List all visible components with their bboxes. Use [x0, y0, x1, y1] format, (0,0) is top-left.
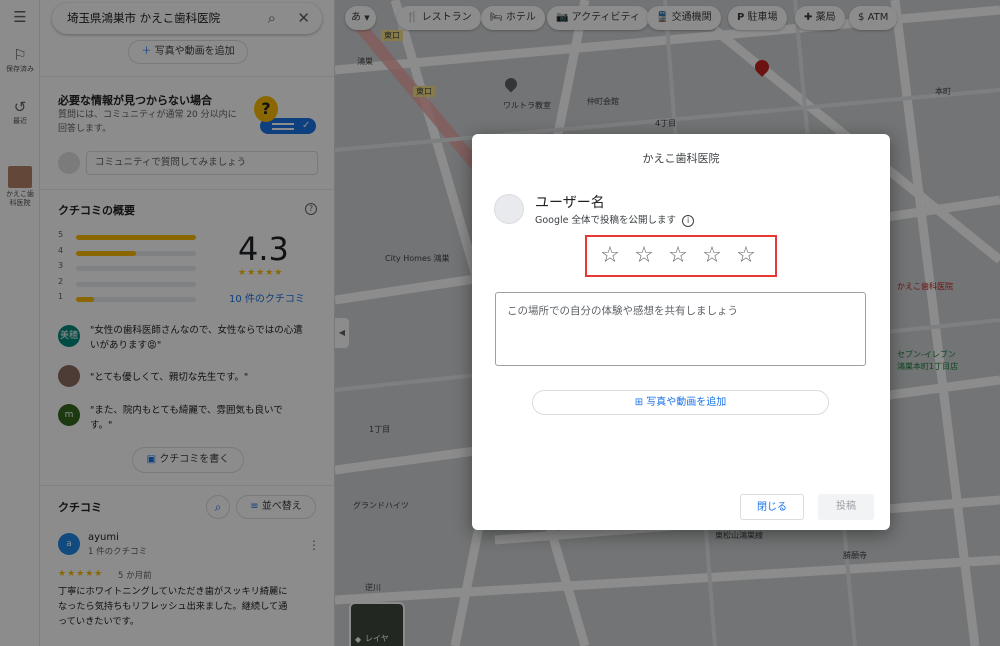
star-icon-3[interactable]: ☆	[661, 241, 695, 271]
public-note-text: Google 全体で投稿を公開します	[535, 215, 677, 226]
star-icon-1[interactable]: ☆	[593, 241, 627, 271]
post-button[interactable]: 投稿	[818, 494, 874, 520]
star-icon-4[interactable]: ☆	[695, 241, 729, 271]
user-avatar	[494, 194, 524, 224]
user-name: ユーザー名	[535, 195, 605, 211]
star-rating[interactable]: ☆ ☆ ☆ ☆ ☆	[593, 241, 773, 271]
public-note: Google 全体で投稿を公開します i	[535, 212, 695, 227]
dialog-add-media-button[interactable]: ⊞ 写真や動画を追加	[532, 390, 829, 415]
info-icon[interactable]: i	[682, 215, 695, 227]
add-photo-icon: ⊞	[634, 397, 644, 408]
review-dialog: かえこ歯科医院 ユーザー名 Google 全体で投稿を公開します i ☆ ☆ ☆ ☆ ☆…	[472, 134, 890, 530]
close-button[interactable]: 閉じる	[740, 494, 804, 520]
star-icon-5[interactable]: ☆	[729, 241, 763, 271]
dialog-add-media-label: 写真や動画を追加	[646, 397, 727, 408]
dialog-title: かえこ歯科医院	[642, 152, 720, 165]
star-icon-2[interactable]: ☆	[627, 241, 661, 271]
review-textarea[interactable]: この場所での自分の体験や感想を共有しましょう	[495, 292, 866, 366]
